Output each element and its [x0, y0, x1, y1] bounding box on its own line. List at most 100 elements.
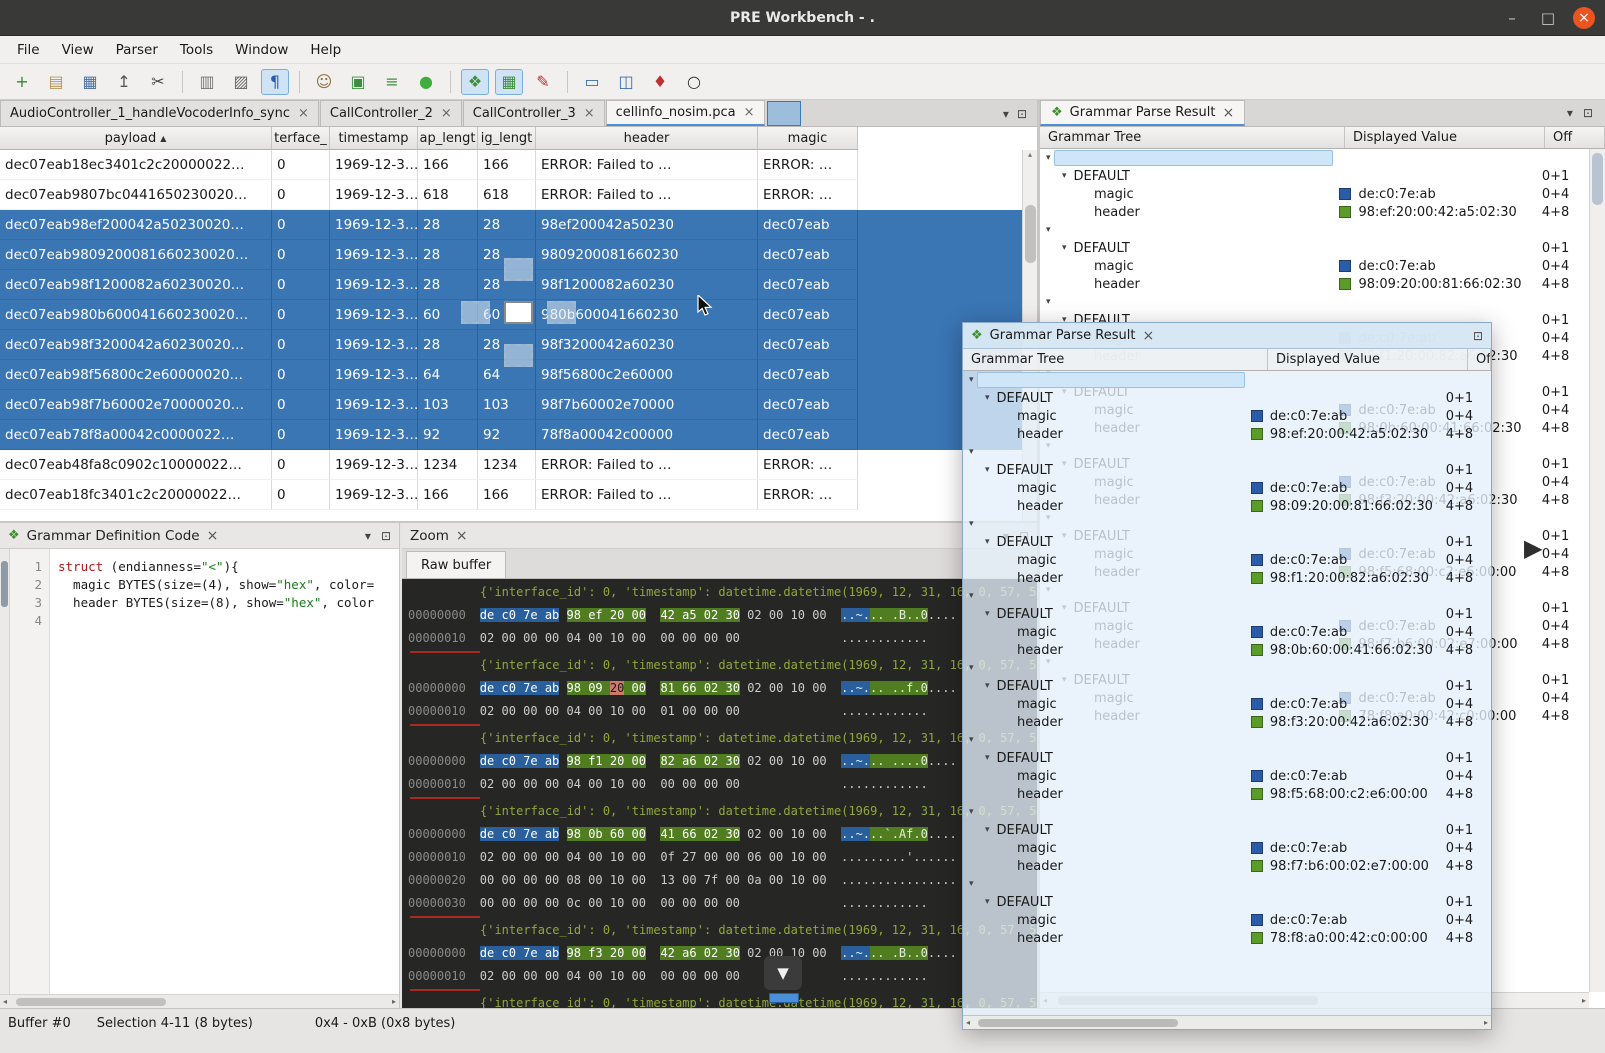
table-row[interactable]: dec07eab98f56800c2e60000020…01969-12-3…6…	[0, 360, 1037, 390]
parse-tree-row[interactable]: magicde:c0:7e:ab0+4	[963, 551, 1491, 569]
paste-button[interactable]: ▤	[42, 69, 70, 95]
close-icon[interactable]: ×	[207, 528, 219, 544]
hex-line[interactable]: 00000000de c0 7e ab 98 ef 20 00 42 a5 02…	[408, 604, 1037, 627]
expander-icon[interactable]: ▾	[969, 807, 974, 817]
window-button[interactable]: ▭	[578, 69, 606, 95]
hex-line[interactable]: 00000000de c0 7e ab 98 f1 20 00 82 a6 02…	[408, 750, 1037, 773]
table-row[interactable]: dec07eab9807bc0441650230020…01969-12-3…6…	[0, 180, 1037, 210]
expander-icon[interactable]: ▾	[1046, 225, 1051, 235]
close-icon[interactable]: ×	[1142, 328, 1154, 344]
expander-icon[interactable]: ▾	[1046, 153, 1051, 163]
tab-CallController_3[interactable]: CallController_3×	[463, 100, 605, 126]
column-header-magic[interactable]: magic	[758, 127, 858, 150]
panel-menu-icon[interactable]: ▾	[1567, 106, 1573, 120]
minimize-icon[interactable]: –	[1501, 7, 1523, 29]
parse-tree-row[interactable]: ▾	[963, 659, 1491, 677]
parse-tree-row[interactable]: ▾	[963, 803, 1491, 821]
tab-close-icon[interactable]: ×	[584, 106, 595, 121]
panel-float-icon[interactable]: ⊡	[1473, 329, 1483, 343]
run-button[interactable]: ●	[412, 69, 440, 95]
code-vertical-scrollbar[interactable]	[0, 549, 10, 994]
save-button[interactable]: ▦	[76, 69, 104, 95]
column-header-header[interactable]: header	[536, 127, 758, 150]
parse-tree-row[interactable]: ▾	[963, 875, 1491, 893]
parse-tree-row[interactable]: ▾	[1040, 149, 1589, 167]
expander-icon[interactable]: ▾	[985, 825, 990, 835]
floating-parse-result-window[interactable]: ❖ Grammar Parse Result × ⊡ Grammar Tree …	[962, 322, 1492, 1030]
parse-tree-row[interactable]: ▾DEFAULT0+1	[963, 605, 1491, 623]
hex-line[interactable]: 0000001002 00 00 00 04 00 10 00 00 00 00…	[408, 773, 1037, 796]
column-grammar-tree[interactable]: Grammar Tree	[963, 349, 1268, 370]
hex-line[interactable]: 00000000de c0 7e ab 98 f3 20 00 42 a6 02…	[408, 942, 1037, 965]
parse-tree-row[interactable]: ▾	[1040, 221, 1589, 239]
code-horizontal-scrollbar[interactable]: ◂ ▸	[0, 994, 399, 1008]
parse-tree-row[interactable]: ▾	[963, 371, 1491, 389]
expander-icon[interactable]: ▾	[969, 663, 974, 673]
copy-button[interactable]: ▥	[193, 69, 221, 95]
screenshot-button[interactable]: ▣	[344, 69, 372, 95]
column-grammar-tree[interactable]: Grammar Tree	[1040, 127, 1345, 148]
user-button[interactable]: ☺	[310, 69, 338, 95]
print-button[interactable]: ▨	[227, 69, 255, 95]
expander-icon[interactable]: ▾	[969, 591, 974, 601]
tab-CallController_2[interactable]: CallController_2×	[320, 100, 462, 126]
hex-line[interactable]: 0000001002 00 00 00 04 00 10 00 0f 27 00…	[408, 846, 1037, 869]
tab-list-menu-icon[interactable]: ▾	[1003, 107, 1009, 121]
parse-tree-row[interactable]: ▾DEFAULT0+1	[1040, 167, 1589, 185]
hex-line[interactable]: 00000000de c0 7e ab 98 09 20 00 81 66 02…	[408, 677, 1037, 700]
expander-icon[interactable]: ▾	[985, 609, 990, 619]
table-row[interactable]: dec07eab980b600041660230020…01969-12-3…6…	[0, 300, 1037, 330]
tree-view-button[interactable]: ≡	[378, 69, 406, 95]
parse-tree-row[interactable]: magicde:c0:7e:ab0+4	[963, 479, 1491, 497]
parse-tree-row[interactable]: ▾	[963, 731, 1491, 749]
parse-tree-row[interactable]: ▾DEFAULT0+1	[963, 533, 1491, 551]
hex-line[interactable]: 0000002000 00 00 00 08 00 10 00 13 00 7f…	[408, 869, 1037, 892]
parse-tree-row[interactable]: header98:f3:20:00:42:a6:02:304+8	[963, 713, 1491, 731]
zoom-button[interactable]: ○	[680, 69, 708, 95]
expander-icon[interactable]: ▾	[985, 753, 990, 763]
table-row[interactable]: dec07eab98f1200082a60230020…01969-12-3…2…	[0, 270, 1037, 300]
floating-parse-result-tree[interactable]: ▾▾DEFAULT0+1magicde:c0:7e:ab0+4header98:…	[963, 371, 1491, 1015]
floating-window-titlebar[interactable]: ❖ Grammar Parse Result × ⊡	[963, 323, 1491, 349]
expander-icon[interactable]: ▾	[1062, 243, 1067, 253]
parse-tree-row[interactable]: header98:f1:20:00:82:a6:02:304+8	[963, 569, 1491, 587]
expander-icon[interactable]: ▾	[1062, 171, 1067, 181]
column-header-ap_lengt[interactable]: ap_lengt	[418, 127, 478, 150]
dock-right-indicator[interactable]: ▶	[1524, 536, 1542, 560]
search-window-button[interactable]: ◫	[612, 69, 640, 95]
expander-icon[interactable]: ▾	[969, 519, 974, 529]
parse-tree-row[interactable]: header98:f7:b6:00:02:e7:00:004+8	[963, 857, 1491, 875]
parse-tree-row[interactable]: header98:09:20:00:81:66:02:304+8	[1040, 275, 1589, 293]
tab-cellinfo_nosim.pca[interactable]: cellinfo_nosim.pca×	[606, 100, 765, 126]
scroll-left-icon[interactable]: ◂	[966, 1018, 970, 1027]
expander-icon[interactable]: ▾	[1046, 297, 1051, 307]
table-row[interactable]: dec07eab98f3200042a60230020…01969-12-3…2…	[0, 330, 1037, 360]
table-row[interactable]: dec07eab18ec3401c2c20000022…01969-12-3…1…	[0, 150, 1037, 180]
parse-tree-row[interactable]: ▾DEFAULT0+1	[963, 389, 1491, 407]
parse-tree-row[interactable]: ▾	[963, 515, 1491, 533]
scroll-up-icon[interactable]: ▴	[1028, 150, 1032, 159]
tab-AudioController_1_handleVocoderInfo_sync[interactable]: AudioController_1_handleVocoderInfo_sync…	[0, 100, 319, 126]
column-header-ig_lengt[interactable]: ig_lengt	[478, 127, 536, 150]
hex-dump-view[interactable]: {'interface_id': 0, 'timestamp': datetim…	[402, 579, 1037, 1008]
new-file-button[interactable]: +	[8, 69, 36, 95]
tab-close-icon[interactable]: ×	[744, 105, 755, 120]
code-lines[interactable]: struct (endianness="<"){ magic BYTES(siz…	[50, 549, 374, 994]
table-row[interactable]: dec07eab9809200081660230020…01969-12-3…2…	[0, 240, 1037, 270]
scroll-right-icon[interactable]: ▸	[1582, 996, 1586, 1005]
column-offset[interactable]: Off	[1545, 127, 1605, 148]
panel-menu-icon[interactable]: ▾	[365, 529, 371, 543]
column-displayed-value[interactable]: Displayed Value	[1268, 349, 1468, 370]
parse-tree-row[interactable]: ▾	[1040, 293, 1589, 311]
parse-tree-row[interactable]: header98:0b:60:00:41:66:02:304+8	[963, 641, 1491, 659]
code-editor[interactable]: 1234 struct (endianness="<"){ magic BYTE…	[0, 549, 399, 994]
scroll-right-icon[interactable]: ▸	[392, 997, 396, 1006]
hex-line[interactable]: 0000001002 00 00 00 04 00 10 00 00 00 00…	[408, 627, 1037, 650]
scroll-right-icon[interactable]: ▸	[1484, 1018, 1488, 1027]
parse-tree-row[interactable]: header98:09:20:00:81:66:02:304+8	[963, 497, 1491, 515]
parse-tree-row[interactable]: magicde:c0:7e:ab0+4	[963, 839, 1491, 857]
parse-tree-row[interactable]: ▾DEFAULT0+1	[963, 893, 1491, 911]
scroll-left-icon[interactable]: ◂	[3, 997, 7, 1006]
menu-parser[interactable]: Parser	[105, 38, 169, 62]
column-header-terface_[interactable]: terface_	[272, 127, 330, 150]
